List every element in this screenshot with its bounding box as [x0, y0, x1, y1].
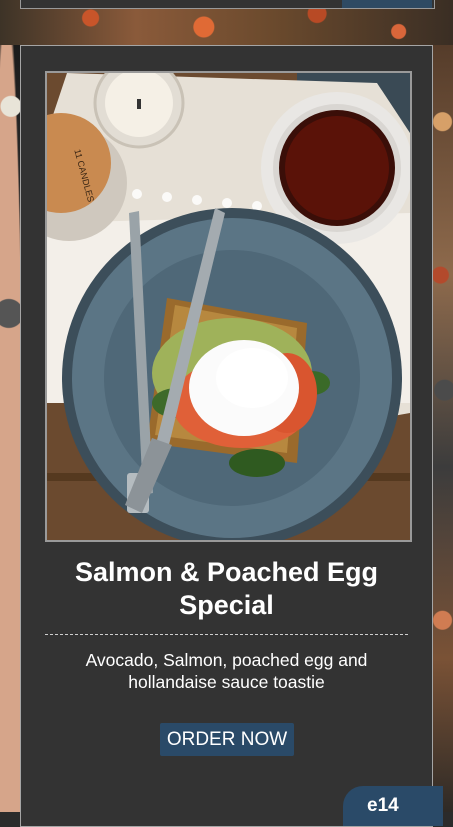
order-now-button[interactable]: ORDER NOW	[160, 723, 294, 756]
product-title-line2: Special	[179, 590, 274, 620]
price-label: e14	[367, 795, 399, 816]
previous-card-price-tab	[342, 0, 432, 8]
product-photo: 11 CANDLES	[45, 71, 412, 542]
background-right-photo	[432, 45, 453, 812]
product-description: Avocado, Salmon, poached egg and holland…	[41, 649, 412, 693]
product-title-line1: Salmon & Poached Egg	[74, 557, 379, 587]
product-title: Salmon & Poached Egg Special	[21, 556, 432, 622]
menu-item-card: 11 CANDLES Salmon & Poached Egg Special …	[20, 45, 443, 827]
previous-card-edge	[20, 0, 435, 9]
background-left-photo	[0, 45, 22, 812]
product-description-line1: Avocado, Salmon, poached egg and	[85, 650, 368, 670]
product-description-line2: hollandaise sauce toastie	[128, 672, 325, 692]
food-photo-icon: 11 CANDLES	[47, 73, 410, 540]
price-badge: e14	[343, 786, 443, 826]
divider	[45, 634, 408, 635]
